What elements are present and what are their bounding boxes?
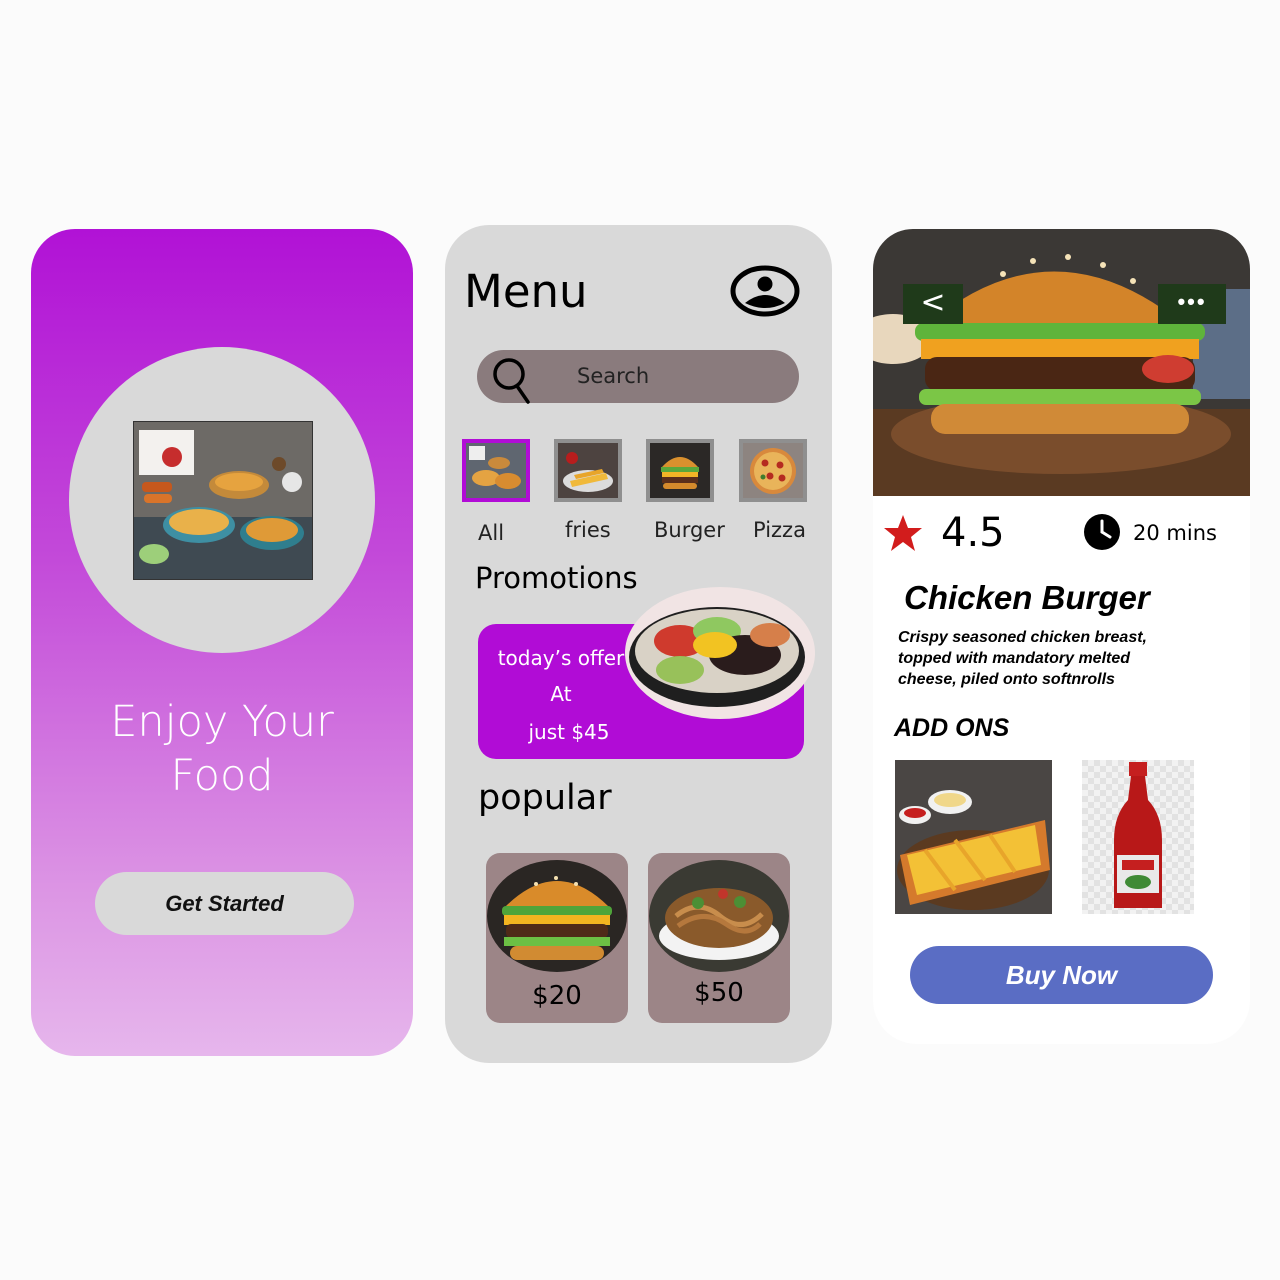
food-spread-photo [133,421,313,580]
detail-screen: < ••• 4.5 20 mins Chicken Burger Crispy … [873,229,1250,1044]
rating-value: 4.5 [941,510,1005,556]
category-label-all: All [478,521,505,545]
page-title: Menu [464,265,588,318]
more-options-button[interactable]: ••• [1158,284,1226,324]
star-icon [884,515,922,551]
category-label-burger: Burger [654,518,725,542]
promotions-heading: Promotions [475,561,638,595]
description-line: topped with mandatory melted [898,650,1131,667]
price-label: $20 [532,981,582,1011]
popular-heading: popular [478,778,612,818]
promo-line1: today’s offer [497,646,625,670]
fries-addon-icon[interactable] [895,760,1052,914]
clock-icon [1084,514,1120,550]
addons-heading: ADD ONS [894,714,1010,742]
welcome-title: Enjoy Your Food [31,695,413,803]
burger-thumb [646,439,714,502]
dish-name: Chicken Burger [904,579,1150,616]
prep-time: 20 mins [1133,521,1217,545]
pizza-thumb [739,439,807,502]
menu-screen: Menu Search All fries Burger Pizza Promo… [445,225,832,1063]
description-line: Crispy seasoned chicken breast, [898,629,1147,646]
category-label-pizza: Pizza [753,518,806,542]
search-bar[interactable]: Search [477,350,799,404]
welcome-title-line1: Enjoy Your [110,697,334,747]
promo-food-bowl [625,587,815,719]
search-icon [493,358,530,404]
promo-line2: At [550,682,572,706]
ketchup-addon-icon[interactable] [1082,760,1194,914]
category-label-fries: fries [565,518,611,542]
welcome-title-line2: Food [170,751,274,801]
food-spread-thumb [462,439,530,502]
burger-image [487,860,627,972]
popular-card-noodles[interactable]: $50 [648,853,790,1023]
user-profile-icon[interactable] [730,265,800,317]
promo-price: just $45 [528,720,610,744]
buy-now-button[interactable]: Buy Now [910,946,1213,1004]
chicken-burger-photo [873,229,1250,496]
category-fries[interactable] [554,439,622,502]
search-input[interactable]: Search [577,364,649,388]
category-pizza[interactable] [739,439,807,502]
popular-card-burger[interactable]: $20 [486,853,628,1023]
back-button[interactable]: < [903,284,963,324]
noodles-image [649,860,789,972]
category-burger[interactable] [646,439,714,502]
welcome-screen: Enjoy Your Food Get Started [31,229,413,1056]
fries-thumb [554,439,622,502]
category-all[interactable] [462,439,530,502]
dish-description: Crispy seasoned chicken breast, topped w… [898,627,1198,690]
description-line: cheese, piled onto softnrolls [898,671,1115,688]
price-label: $50 [694,978,744,1008]
get-started-button[interactable]: Get Started [95,872,354,935]
